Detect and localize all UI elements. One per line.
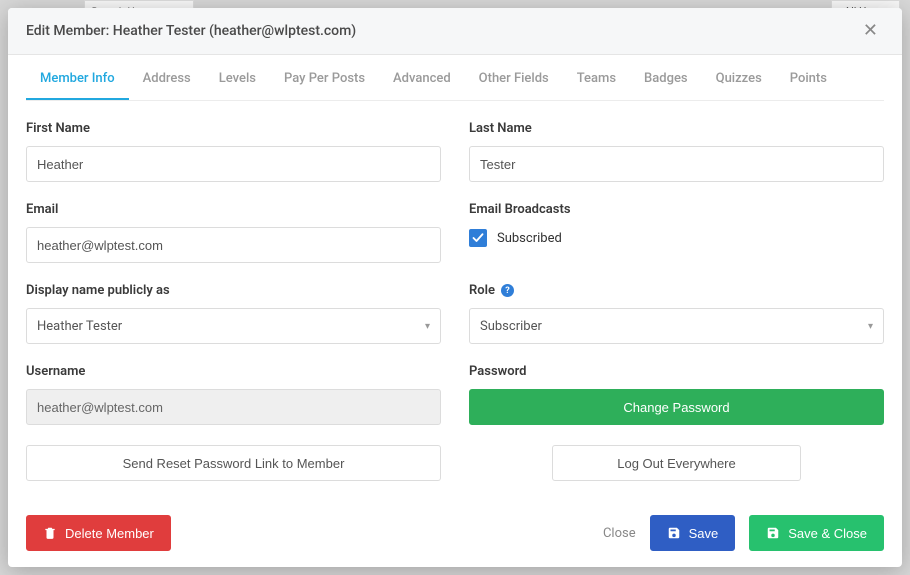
- password-label: Password: [469, 364, 884, 379]
- save-button[interactable]: Save: [650, 515, 736, 551]
- role-value: Subscriber: [480, 319, 542, 334]
- modal-footer: Delete Member Close Save Save & Close: [8, 501, 902, 567]
- tab-other-fields[interactable]: Other Fields: [465, 55, 563, 100]
- save-icon: [766, 526, 780, 540]
- check-icon: [472, 232, 484, 244]
- tab-pay-per-posts[interactable]: Pay Per Posts: [270, 55, 379, 100]
- modal-header: Edit Member: Heather Tester (heather@wlp…: [8, 8, 902, 55]
- save-icon: [667, 526, 681, 540]
- tab-quizzes[interactable]: Quizzes: [702, 55, 776, 100]
- chevron-down-icon: ▾: [868, 321, 873, 332]
- first-name-label: First Name: [26, 121, 441, 136]
- save-close-button[interactable]: Save & Close: [749, 515, 884, 551]
- tab-points[interactable]: Points: [776, 55, 841, 100]
- close-icon[interactable]: ✕: [857, 20, 884, 42]
- form-grid: First Name Last Name Email Email Broadca…: [26, 121, 884, 501]
- last-name-input[interactable]: [469, 146, 884, 182]
- first-name-input[interactable]: [26, 146, 441, 182]
- display-name-field: Display name publicly as Heather Tester …: [26, 283, 441, 344]
- username-field: Username: [26, 364, 441, 425]
- password-field: Password Change Password: [469, 364, 884, 425]
- subscribed-checkbox[interactable]: [469, 229, 487, 247]
- help-icon[interactable]: ?: [501, 284, 514, 297]
- log-out-everywhere-button[interactable]: Log Out Everywhere: [552, 445, 801, 481]
- send-reset-field: Send Reset Password Link to Member: [26, 445, 441, 481]
- username-label: Username: [26, 364, 441, 379]
- role-label-text: Role: [469, 283, 495, 298]
- tab-bar: Member Info Address Levels Pay Per Posts…: [26, 55, 884, 101]
- email-label: Email: [26, 202, 441, 217]
- last-name-label: Last Name: [469, 121, 884, 136]
- save-close-label: Save & Close: [788, 526, 867, 541]
- modal-title: Edit Member: Heather Tester (heather@wlp…: [26, 23, 356, 39]
- tab-levels[interactable]: Levels: [205, 55, 270, 100]
- subscribed-row: Subscribed: [469, 227, 884, 247]
- change-password-button[interactable]: Change Password: [469, 389, 884, 425]
- first-name-field: First Name: [26, 121, 441, 182]
- display-name-select[interactable]: Heather Tester ▾: [26, 308, 441, 344]
- email-broadcasts-label: Email Broadcasts: [469, 202, 884, 217]
- email-input[interactable]: [26, 227, 441, 263]
- delete-member-button[interactable]: Delete Member: [26, 515, 171, 551]
- tab-teams[interactable]: Teams: [563, 55, 630, 100]
- role-field: Role ? Subscriber ▾: [469, 283, 884, 344]
- save-label: Save: [689, 526, 719, 541]
- trash-icon: [43, 526, 57, 540]
- tab-member-info[interactable]: Member Info: [26, 55, 129, 100]
- role-select[interactable]: Subscriber ▾: [469, 308, 884, 344]
- edit-member-modal: Edit Member: Heather Tester (heather@wlp…: [8, 8, 902, 567]
- tab-address[interactable]: Address: [129, 55, 205, 100]
- email-broadcasts-field: Email Broadcasts Subscribed: [469, 202, 884, 263]
- tab-advanced[interactable]: Advanced: [379, 55, 465, 100]
- chevron-down-icon: ▾: [425, 321, 430, 332]
- display-name-label: Display name publicly as: [26, 283, 441, 298]
- send-reset-button[interactable]: Send Reset Password Link to Member: [26, 445, 441, 481]
- footer-right: Close Save Save & Close: [603, 515, 884, 551]
- username-input: [26, 389, 441, 425]
- modal-body: Member Info Address Levels Pay Per Posts…: [8, 55, 902, 501]
- log-out-field: Log Out Everywhere: [469, 445, 884, 481]
- tab-badges[interactable]: Badges: [630, 55, 702, 100]
- display-name-value: Heather Tester: [37, 319, 122, 334]
- delete-label: Delete Member: [65, 526, 154, 541]
- last-name-field: Last Name: [469, 121, 884, 182]
- close-link[interactable]: Close: [603, 526, 636, 541]
- subscribed-label: Subscribed: [497, 231, 562, 246]
- role-label: Role ?: [469, 283, 884, 298]
- email-field: Email: [26, 202, 441, 263]
